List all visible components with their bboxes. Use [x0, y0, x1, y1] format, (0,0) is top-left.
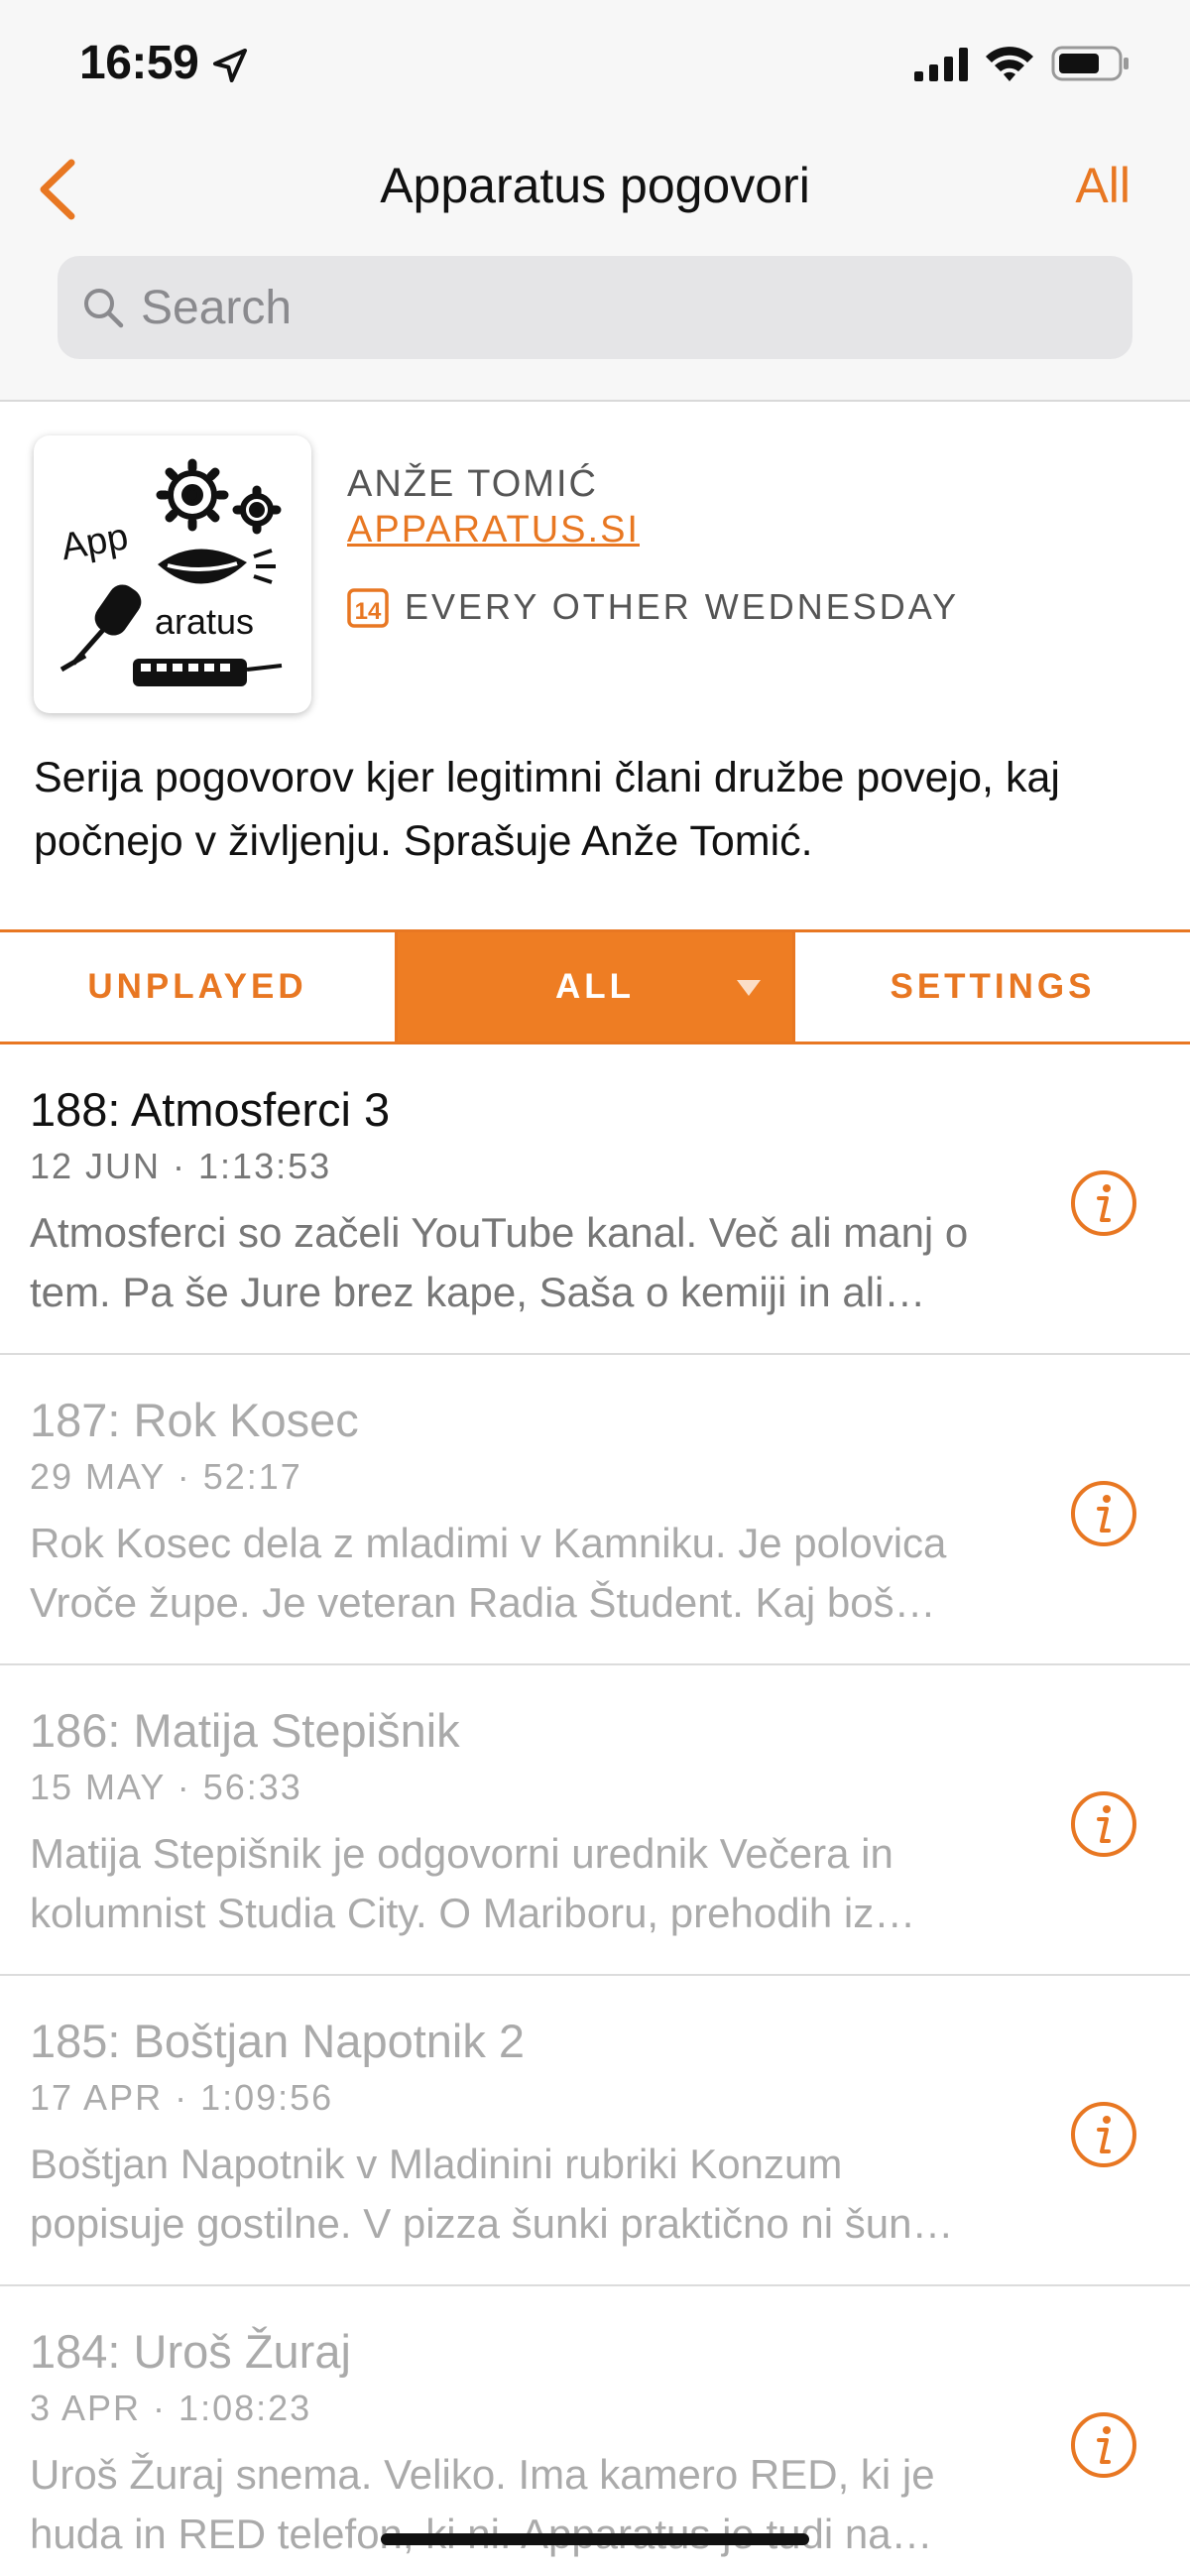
nav-bar: Apparatus pogovori All: [0, 139, 1190, 238]
artwork-text-aratus: aratus: [155, 601, 254, 642]
episode-row[interactable]: 185: Boštjan Napotnik 2 17 APR · 1:09:56…: [0, 1976, 1190, 2286]
calendar-day: 14: [355, 598, 382, 625]
episode-summary: Atmosferci so začeli YouTube kanal. Več …: [30, 1209, 969, 1315]
info-icon[interactable]: [1069, 1479, 1138, 1548]
episode-meta: 29 MAY · 52:17: [30, 1456, 302, 1497]
page-title: Apparatus pogovori: [380, 158, 810, 213]
tab-settings-label: SETTINGS: [890, 967, 1096, 1006]
podcast-artwork[interactable]: App aratus: [34, 435, 311, 713]
all-button[interactable]: All: [1075, 157, 1130, 214]
info-icon[interactable]: [1069, 1789, 1138, 1859]
podcast-description: Serija pogovorov kjer legitimni člani dr…: [34, 754, 1060, 865]
episode-summary: Matija Stepišnik je odgovorni urednik Ve…: [30, 1830, 916, 1936]
episode-title: 186: Matija Stepišnik: [30, 1704, 460, 1757]
wifi-icon: [986, 47, 1033, 81]
podcast-author: ANŽE TOMIĆ: [347, 463, 598, 505]
calendar-icon: 14: [347, 588, 389, 628]
search-icon: [84, 289, 124, 328]
top-area: 16:59 Apparatus pogovori All: [0, 0, 1190, 402]
episode-summary: Rok Kosec dela z mladimi v Kamniku. Je p…: [30, 1520, 947, 1626]
episode-meta: 3 APR · 1:08:23: [30, 2388, 312, 2428]
episode-row[interactable]: 186: Matija Stepišnik 15 MAY · 56:33 Mat…: [0, 1665, 1190, 1976]
episode-row[interactable]: 187: Rok Kosec 29 MAY · 52:17 Rok Kosec …: [0, 1355, 1190, 1665]
info-icon[interactable]: [1069, 1168, 1138, 1238]
episode-title: 188: Atmosferci 3: [30, 1083, 391, 1136]
tab-settings[interactable]: SETTINGS: [795, 932, 1190, 1042]
episode-title: 184: Uroš Žuraj: [30, 2325, 351, 2378]
status-time: 16:59: [79, 37, 199, 89]
info-icon[interactable]: [1069, 2410, 1138, 2480]
tab-unplayed[interactable]: UNPLAYED: [0, 932, 395, 1042]
artwork-text-app: App: [58, 516, 131, 568]
tab-all-label: ALL: [554, 967, 636, 1006]
episode-title: 187: Rok Kosec: [30, 1394, 359, 1446]
episode-meta: 17 APR · 1:09:56: [30, 2077, 334, 2118]
tab-unplayed-label: UNPLAYED: [87, 967, 307, 1006]
apparatus-logo-icon: App aratus: [58, 458, 283, 686]
episode-filter-tabs: UNPLAYED ALL SETTINGS: [0, 929, 1190, 1044]
tab-all[interactable]: ALL: [398, 932, 792, 1042]
episode-meta: 12 JUN · 1:13:53: [30, 1146, 332, 1186]
episode-row[interactable]: 188: Atmosferci 3 12 JUN · 1:13:53 Atmos…: [0, 1044, 1190, 1355]
release-schedule: 14 EVERY OTHER WEDNESDAY: [347, 582, 959, 632]
status-bar: 16:59: [0, 0, 1190, 129]
info-icon[interactable]: [1069, 2100, 1138, 2169]
episode-title: 185: Boštjan Napotnik 2: [30, 2015, 526, 2067]
cellular-signal-icon: [914, 48, 968, 81]
episode-summary: Uroš Žuraj snema. Veliko. Ima kamero RED…: [30, 2451, 935, 2557]
podcast-header: App aratus ANŽE TOMIĆ APPARATUS.SI 14 EV…: [0, 404, 1190, 929]
podcast-website-link[interactable]: APPARATUS.SI: [347, 509, 640, 552]
episode-list: 188: Atmosferci 3 12 JUN · 1:13:53 Atmos…: [0, 1044, 1190, 2576]
search-input[interactable]: [141, 256, 1093, 359]
dropdown-caret-icon: [737, 980, 761, 996]
location-arrow-icon: [213, 49, 247, 82]
home-indicator[interactable]: [381, 2533, 809, 2545]
search-bar[interactable]: [58, 256, 1132, 359]
episode-meta: 15 MAY · 56:33: [30, 1767, 302, 1807]
schedule-text: EVERY OTHER WEDNESDAY: [405, 586, 960, 627]
battery-icon: [1051, 46, 1129, 81]
episode-summary: Boštjan Napotnik v Mladinini rubriki Kon…: [30, 2141, 954, 2247]
